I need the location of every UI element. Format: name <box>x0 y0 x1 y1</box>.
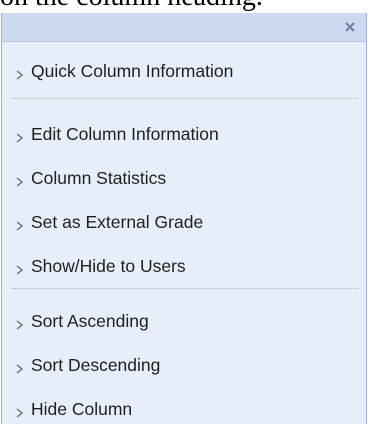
menu-item-set-as-external-grade[interactable]: Set as External Grade <box>15 208 203 236</box>
menu-header <box>2 13 366 42</box>
menu-item-label: Edit Column Information <box>31 123 219 144</box>
menu-item-label: Sort Ascending <box>31 310 149 331</box>
menu-item-label: Sort Descending <box>31 354 161 375</box>
column-context-menu: Quick Column Information Edit Column Inf… <box>1 13 367 424</box>
menu-item-edit-column-information[interactable]: Edit Column Information <box>15 120 219 148</box>
close-icon[interactable] <box>342 19 358 35</box>
chevron-right-icon <box>15 128 25 143</box>
chevron-right-icon <box>15 172 25 187</box>
chevron-right-icon <box>15 260 25 275</box>
menu-separator <box>12 288 358 289</box>
menu-item-label: Show/Hide to Users <box>31 255 186 276</box>
menu-item-quick-column-information[interactable]: Quick Column Information <box>15 57 233 85</box>
menu-item-label: Set as External Grade <box>31 211 204 232</box>
menu-item-label: Quick Column Information <box>31 60 234 81</box>
chevron-right-icon <box>15 65 25 80</box>
menu-item-show-hide-to-users[interactable]: Show/Hide to Users <box>15 252 186 280</box>
chevron-right-icon <box>15 216 25 231</box>
document-text: on the column heading. <box>0 0 263 12</box>
menu-item-label: Hide Column <box>31 398 133 419</box>
menu-item-column-statistics[interactable]: Column Statistics <box>15 164 166 192</box>
menu-separator <box>12 98 358 99</box>
menu-item-hide-column[interactable]: Hide Column <box>15 395 132 423</box>
menu-item-sort-descending[interactable]: Sort Descending <box>15 351 160 379</box>
chevron-right-icon <box>15 315 25 330</box>
chevron-right-icon <box>15 403 25 418</box>
chevron-right-icon <box>15 359 25 374</box>
menu-item-label: Column Statistics <box>31 167 167 188</box>
menu-item-sort-ascending[interactable]: Sort Ascending <box>15 307 149 335</box>
